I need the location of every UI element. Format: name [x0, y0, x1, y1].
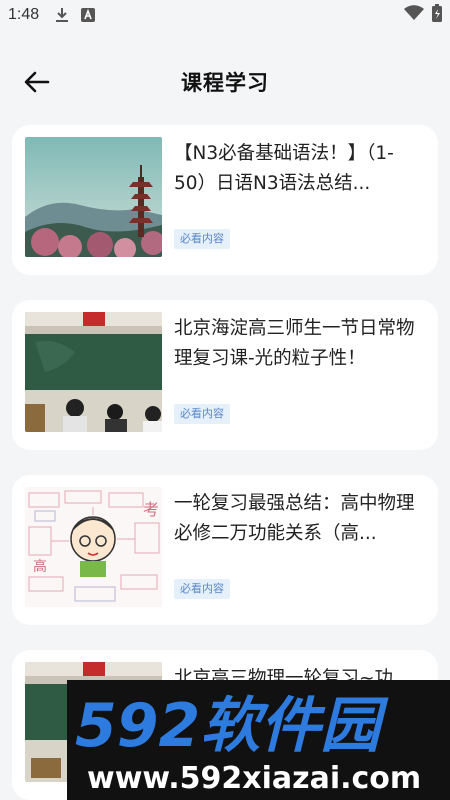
- course-card[interactable]: 考 高 一轮复习最强总结：高中物理必修二万功能关系（高... 必看内容: [12, 475, 438, 625]
- a-badge-icon: [79, 6, 97, 24]
- status-bar: 1:48: [0, 0, 450, 30]
- wifi-icon: [404, 5, 424, 25]
- course-title: 北京海淀高三师生一节日常物理复习课-光的粒子性！: [174, 318, 415, 369]
- download-icon: [53, 6, 71, 24]
- course-thumbnail: [25, 137, 162, 257]
- course-thumbnail: [25, 312, 162, 432]
- svg-text:考: 考: [143, 500, 159, 519]
- course-card[interactable]: 北京海淀高三师生一节日常物理复习课-光的粒子性！ 必看内容: [12, 300, 438, 450]
- course-title: 一轮复习最强总结：高中物理必修二万功能关系（高...: [174, 493, 415, 544]
- page-header: 课程学习: [0, 55, 450, 107]
- svg-text:高: 高: [33, 558, 47, 575]
- watermark-url: www.592xiazai.com: [87, 761, 421, 796]
- must-watch-badge: 必看内容: [174, 404, 230, 424]
- course-thumbnail: 考 高: [25, 487, 162, 607]
- page-title: 课程学习: [181, 71, 269, 95]
- battery-icon: [432, 4, 442, 26]
- watermark-overlay: 592软件园 www.592xiazai.com: [67, 680, 450, 800]
- watermark-brand: 592软件园: [75, 691, 389, 761]
- course-title: 【N3必备基础语法！】（1-50）日语N3语法总结...: [174, 143, 394, 194]
- must-watch-badge: 必看内容: [174, 229, 230, 249]
- must-watch-badge: 必看内容: [174, 579, 230, 599]
- status-time: 1:48: [8, 6, 40, 23]
- status-right: [404, 4, 442, 26]
- course-card[interactable]: 【N3必备基础语法！】（1-50）日语N3语法总结... 必看内容: [12, 125, 438, 275]
